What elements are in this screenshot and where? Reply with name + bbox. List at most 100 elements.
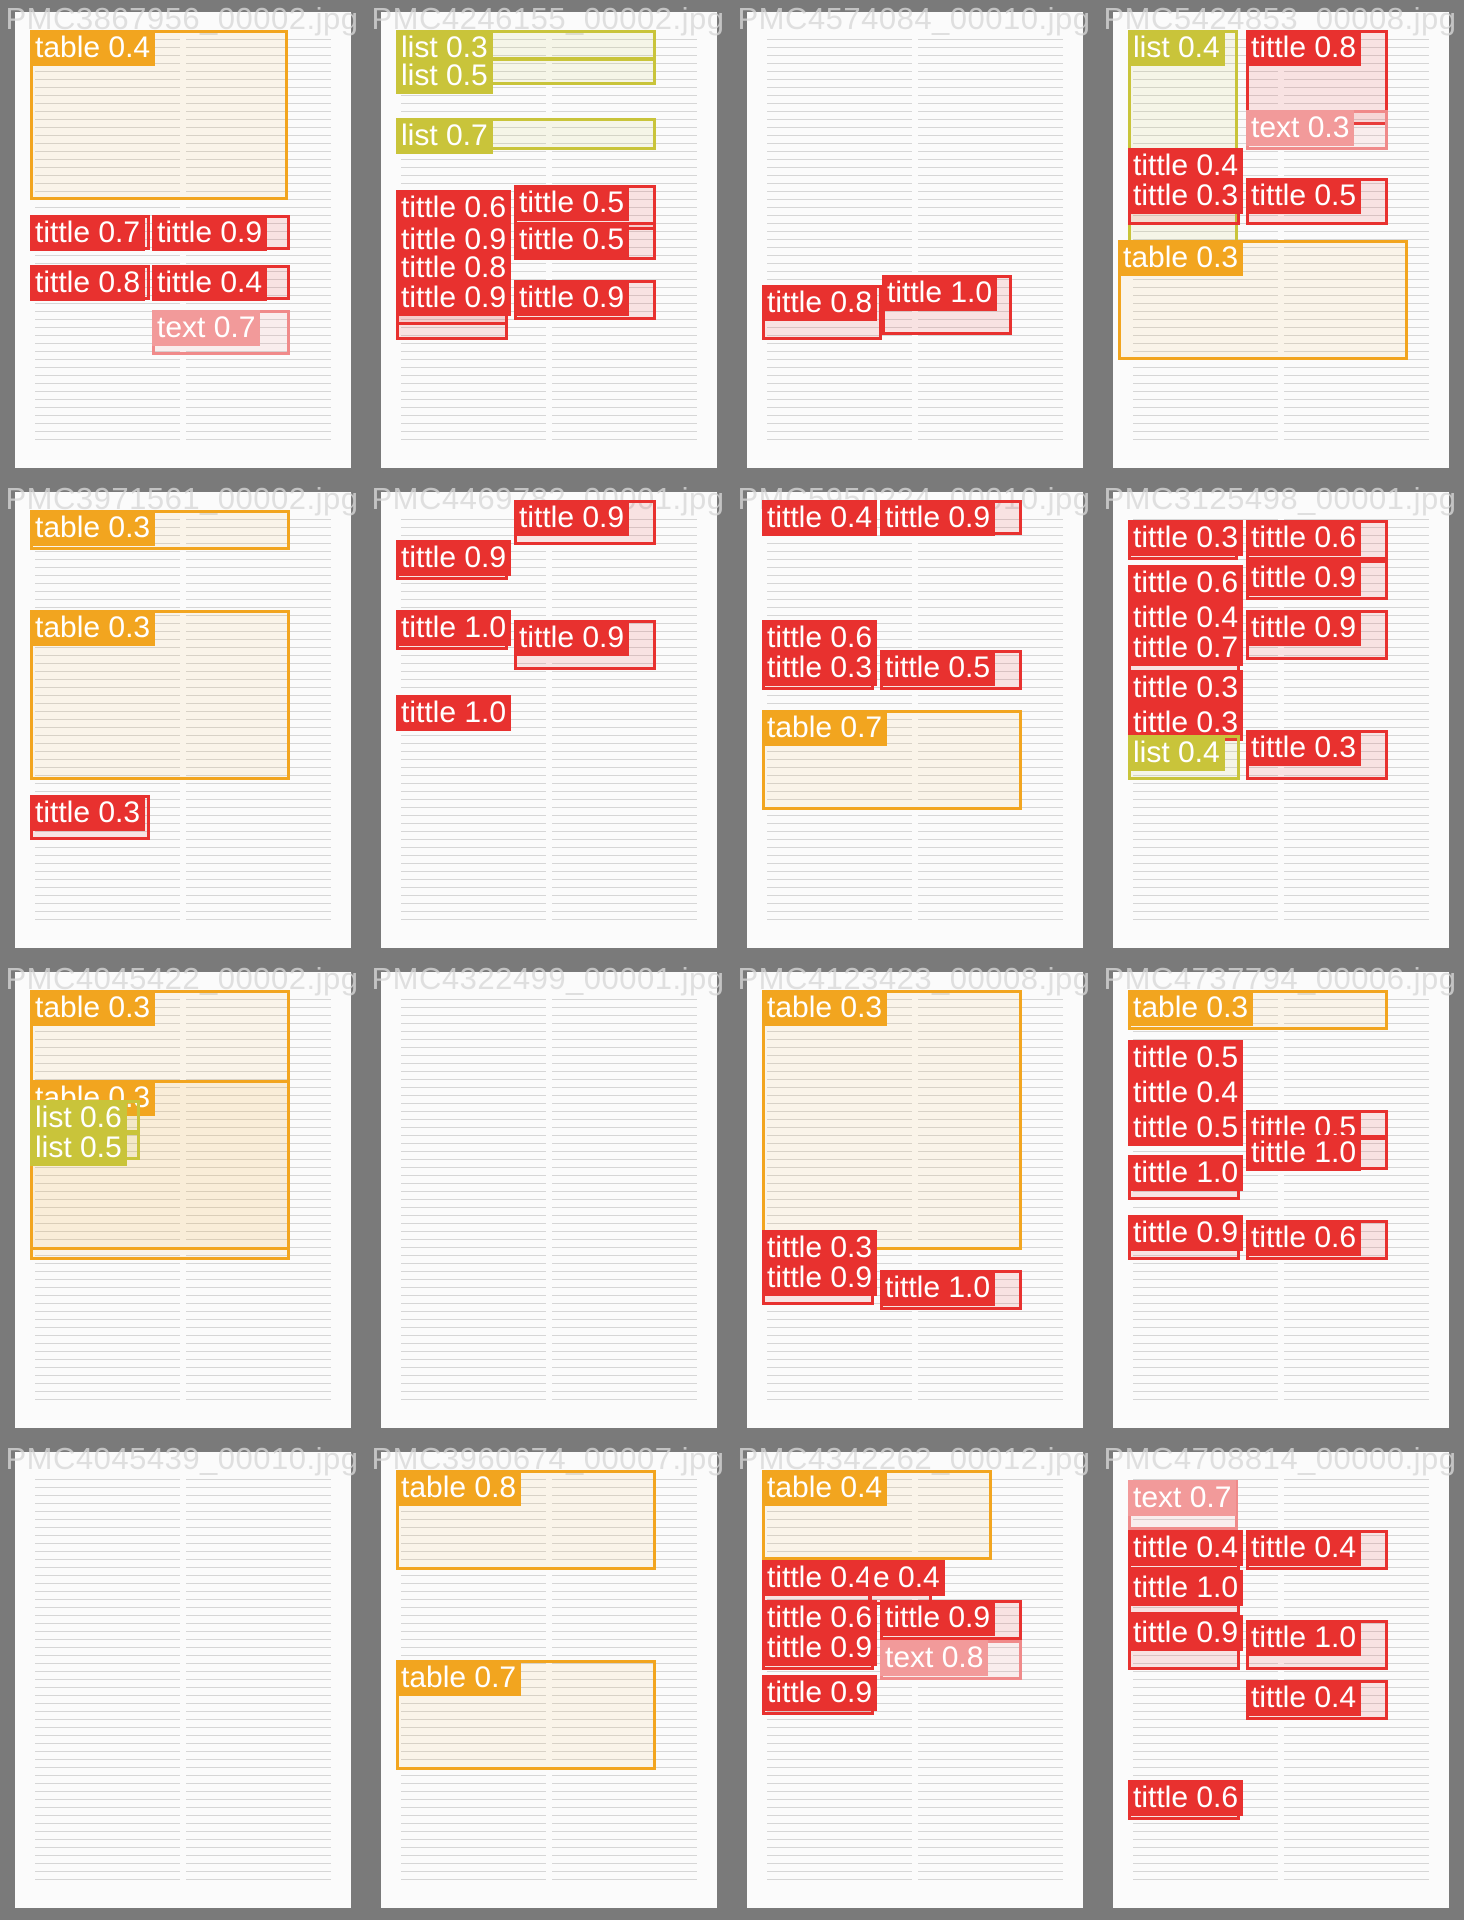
detection-box: tittle 1.0: [1246, 1620, 1388, 1670]
image-cell: PMC4322499_00001.jpg: [366, 960, 732, 1440]
detection-box: table 0.7: [396, 1660, 656, 1770]
detection-box: tittle 0.4: [1128, 1075, 1244, 1111]
detection-box: tittle 0.8: [762, 285, 882, 340]
detection-box: tittle 0.3: [1246, 730, 1388, 780]
detection-label: table 0.3: [1118, 240, 1244, 276]
image-cell: PMC4708814_00000.jpg text 0.7 tittle 0.4 ti…: [1098, 1440, 1464, 1920]
detection-box: tittle 0.9: [1128, 1615, 1244, 1670]
detection-box: tittle 0.5: [1128, 1110, 1244, 1146]
detection-label: tittle 1.0: [1246, 1135, 1362, 1171]
document-page: [746, 12, 1084, 468]
detection-label: tittle 0.4: [1246, 1530, 1362, 1566]
detection-label: tittle 0.9: [396, 540, 512, 576]
detection-box: tittle 0.5: [1246, 178, 1388, 225]
detection-label: tittle 0.3: [1246, 730, 1362, 766]
detection-box: tittle 1.0: [880, 1270, 1022, 1310]
image-cell: PMC4574084_00010.jpg tittle 0.8 tittle 1.0: [732, 0, 1098, 480]
detection-box: list 0.5: [396, 58, 656, 94]
document-page: [380, 972, 718, 1428]
detection-box: table 0.7: [762, 710, 1022, 810]
detection-label: table 0.7: [762, 710, 888, 746]
detection-box: table 0.3: [1118, 240, 1408, 360]
image-cell: PMC4123423_00008.jpg table 0.3 tittle 0.3 t…: [732, 960, 1098, 1440]
detection-label: text 0.7: [152, 310, 261, 346]
detection-box: tittle 0.3: [30, 795, 150, 840]
detection-box: tittle 0.4: [1128, 1530, 1244, 1570]
detection-label: table 0.3: [30, 510, 156, 546]
detection-box: tittle 0.4: [1246, 1680, 1388, 1720]
detection-label: tittle 0.6: [1128, 1780, 1244, 1816]
detection-label: tittle 0.9: [762, 1630, 878, 1666]
detection-label: tittle 0.4: [762, 1560, 878, 1596]
image-cell: PMC3867956_00002.jpg table 0.4 tittle 0.7 t…: [0, 0, 366, 480]
detection-box: tittle 0.9: [880, 1600, 1022, 1640]
detection-box: table 0.3: [762, 990, 1022, 1250]
image-cell: PMC5950224_00010.jpg tittle 0.4 tittle 0.9…: [732, 480, 1098, 960]
image-cell: PMC5424853_00008.jpg list 0.4 tittle 0.8 te…: [1098, 0, 1464, 480]
detection-label: tittle 0.9: [1128, 1615, 1244, 1651]
detection-label: tittle 1.0: [1128, 1155, 1244, 1191]
detection-box: tittle 0.4: [762, 1560, 878, 1605]
detection-label: list 0.5: [396, 58, 493, 94]
detection-box: tittle 0.6: [1128, 565, 1244, 601]
detection-box: tittle 0.9: [1128, 1215, 1244, 1260]
detection-label: table 0.3: [1128, 990, 1254, 1026]
detection-box: tittle 0.3: [1128, 178, 1244, 225]
detection-box: tittle 0.9: [514, 620, 656, 670]
detection-box: tittle 0.5: [1128, 1040, 1244, 1076]
detection-box: tittle 0.4: [152, 265, 290, 301]
detection-label: tittle 0.5: [880, 650, 996, 686]
detection-box: tittle 1.0: [396, 610, 512, 650]
detection-label: tittle 0.9: [1128, 1215, 1244, 1251]
detection-box: tittle 0.9: [396, 280, 512, 325]
detection-box: tittle 1.0: [882, 275, 1012, 335]
detection-label: table 0.4: [30, 30, 156, 66]
detection-label: tittle 0.9: [514, 500, 630, 536]
image-cell: PMC4737794_00006.jpg table 0.3 tittle 0.5 t…: [1098, 960, 1464, 1440]
detection-label: tittle 0.8: [1246, 30, 1362, 66]
detection-label: tittle 1.0: [396, 695, 512, 731]
document-page: [14, 1452, 352, 1908]
detection-box: tittle 0.8: [30, 265, 150, 301]
detection-label: tittle 0.5: [514, 222, 630, 258]
detection-label: tittle 0.4: [1128, 1530, 1244, 1566]
detection-label: tittle 0.9: [152, 215, 268, 251]
detection-label: tittle 0.4: [152, 265, 268, 301]
detection-box: tittle 0.4: [1246, 1530, 1388, 1570]
detection-box: tittle 0.3: [762, 650, 878, 690]
detection-box: tittle 0.9: [762, 1630, 878, 1670]
detection-label: tittle 0.9: [514, 280, 630, 316]
detection-box: tittle 0.9: [1246, 560, 1388, 600]
detection-box: tittle 0.6: [1128, 1780, 1244, 1820]
detection-label: tittle 1.0: [396, 610, 512, 646]
detection-box: tittle 0.5: [880, 650, 1022, 690]
image-cell: PMC4246155_00002.jpg list 0.3 list 0.5 list…: [366, 0, 732, 480]
column-gap: [179, 1479, 187, 1881]
detection-label: table 0.7: [396, 1660, 522, 1696]
image-cell: PMC4342262_00012.jpg table 0.4 tittle 0.4 e…: [732, 1440, 1098, 1920]
detection-box: list 0.7: [396, 118, 656, 154]
detection-label: tittle 1.0: [880, 1270, 996, 1306]
detection-label: tittle 1.0: [882, 275, 998, 311]
detection-label: tittle 0.3: [1128, 670, 1244, 706]
image-cell: PMC3960674_00007.jpg table 0.8 table 0.7: [366, 1440, 732, 1920]
detection-box: list 0.4: [1128, 735, 1240, 780]
detection-label: list 0.7: [396, 118, 493, 154]
detection-box: tittle 1.0: [1246, 1135, 1388, 1171]
detection-label: tittle 0.3: [762, 650, 878, 686]
detection-box: e 0.4: [868, 1560, 945, 1605]
detection-box: table 0.3: [30, 610, 290, 780]
detection-label: table 0.8: [396, 1470, 522, 1506]
detection-box: tittle 0.9: [762, 1260, 878, 1305]
detection-label: list 0.4: [1128, 735, 1225, 771]
detection-box: tittle 1.0: [1128, 1570, 1244, 1615]
detection-label: tittle 0.4: [1128, 1075, 1244, 1111]
image-cell: PMC4045422_00002.jpg table 0.3 table 0.3 li…: [0, 960, 366, 1440]
column-gap: [545, 519, 553, 921]
column-gap: [911, 39, 919, 441]
detection-box: tittle 0.9: [514, 280, 656, 320]
detection-box: tittle 0.6: [1246, 1220, 1388, 1260]
detection-label: tittle 0.5: [514, 185, 630, 221]
detection-label: tittle 0.6: [396, 190, 512, 226]
detection-box: table 0.3: [1128, 990, 1388, 1030]
